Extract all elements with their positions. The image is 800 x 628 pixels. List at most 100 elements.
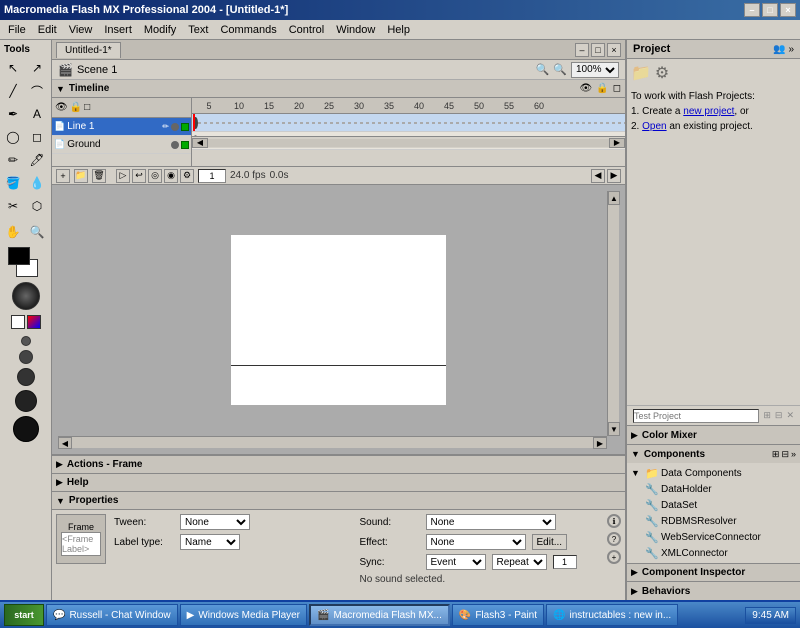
menu-file[interactable]: File (2, 22, 32, 38)
tl-btn-left[interactable]: ◀ (591, 169, 605, 183)
component-inspector-bar[interactable]: ▶ Component Inspector (627, 563, 800, 581)
taskbar-chat[interactable]: 💬 Russell - Chat Window (46, 604, 178, 626)
timeline-hscrollbar[interactable]: ◀ ▶ (192, 136, 625, 148)
dataholder-item[interactable]: 🔧 DataHolder (645, 481, 796, 497)
tween-select[interactable]: None Motion Shape (180, 514, 250, 530)
timeline-collapse-arrow[interactable]: ▼ (56, 84, 65, 94)
dataset-item[interactable]: 🔧 DataSet (645, 497, 796, 513)
menu-help[interactable]: Help (381, 22, 416, 38)
hscroll-right[interactable]: ▶ (609, 138, 625, 148)
test-icon3[interactable]: ✕ (786, 410, 794, 421)
layer-row-ground[interactable]: 📄 Ground (52, 136, 191, 154)
help-panel-bar[interactable]: ▶ Help (52, 474, 625, 492)
swap-color-btn[interactable] (27, 315, 41, 329)
doc-tab-untitled[interactable]: Untitled-1* (56, 42, 121, 58)
settings-btn[interactable]: ⚙ (180, 169, 194, 183)
timeline-icon2[interactable]: 🔒 (596, 83, 608, 94)
tl-btn-right[interactable]: ▶ (607, 169, 621, 183)
tool-zoom[interactable]: 🔍 (26, 221, 48, 243)
layers-icon2[interactable]: 🔒 (70, 102, 82, 113)
tool-opt-2[interactable] (19, 350, 33, 364)
components-header[interactable]: ▼ Components ⊞ ⊟ » (627, 445, 800, 463)
onion2-btn[interactable]: ◉ (164, 169, 178, 183)
tool-arrow[interactable]: ↖ (2, 57, 24, 79)
props-icon2[interactable]: ? (607, 532, 621, 546)
tool-pencil[interactable]: ✏ (2, 149, 24, 171)
repeat-count[interactable] (553, 555, 577, 569)
project-expand[interactable]: » (788, 44, 794, 55)
color-foreground[interactable] (8, 247, 30, 265)
layers-icon1[interactable]: 👁 (55, 102, 68, 113)
layer-row-line1[interactable]: 📄 Line 1 ✏ (52, 118, 191, 136)
stage-hscrollbar[interactable]: ◀ ▶ (58, 436, 607, 448)
tool-rect[interactable]: ◻ (26, 126, 48, 148)
doc-min-button[interactable]: – (575, 43, 589, 57)
current-frame-input[interactable] (198, 169, 226, 183)
taskbar-flash[interactable]: 🎬 Macromedia Flash MX... (309, 604, 450, 626)
xmlconnector-item[interactable]: 🔧 XMLConnector (645, 545, 796, 561)
loop-btn[interactable]: ↩ (132, 169, 146, 183)
frame-row-line1[interactable] (192, 114, 625, 132)
del-layer-btn[interactable]: 🗑 (92, 169, 106, 183)
doc-close-button[interactable]: × (607, 43, 621, 57)
taskbar-mediaplayer[interactable]: ▶ Windows Media Player (180, 604, 307, 626)
sync-select[interactable]: Event Start Stop Stream (426, 554, 486, 570)
tool-opt-4[interactable] (15, 390, 37, 412)
tool-fill[interactable]: 🪣 (2, 172, 24, 194)
menu-text[interactable]: Text (182, 22, 214, 38)
test-project-input[interactable] (633, 409, 759, 423)
repeat-select[interactable]: Repeat Loop (492, 554, 547, 570)
menu-insert[interactable]: Insert (98, 22, 138, 38)
project-icon-people[interactable]: 👥 (773, 44, 785, 55)
menu-window[interactable]: Window (330, 22, 381, 38)
hscroll-left[interactable]: ◀ (192, 138, 208, 148)
tool-hand[interactable]: ✋ (2, 221, 24, 243)
zoom-select[interactable]: 100% 50% 200% (571, 62, 619, 78)
close-button[interactable]: × (780, 3, 796, 17)
tool-eyedropper[interactable]: ✂ (2, 195, 24, 217)
tool-pen[interactable]: ✒ (2, 103, 24, 125)
stage[interactable] (231, 235, 446, 405)
tool-brush[interactable]: 🖊 (26, 149, 48, 171)
start-button[interactable]: start (4, 604, 44, 626)
behaviors-header[interactable]: ▶ Behaviors (627, 582, 800, 600)
timeline-icon1[interactable]: 👁 (580, 83, 593, 94)
label-type-select[interactable]: Name (180, 534, 240, 550)
edit-button[interactable]: Edit... (532, 534, 568, 550)
onion-btn[interactable]: ◎ (148, 169, 162, 183)
tool-opt-1[interactable] (21, 336, 31, 346)
tool-lasso[interactable]: ⌒ (26, 80, 48, 102)
tool-subselect[interactable]: ↗ (26, 57, 48, 79)
test-icon1[interactable]: ⊞ (763, 410, 771, 421)
comp-icon2[interactable]: ⊟ (781, 449, 789, 460)
tool-eraser[interactable]: ⬡ (26, 195, 48, 217)
vscroll-up[interactable]: ▲ (608, 191, 620, 205)
tool-oval[interactable]: ◯ (2, 126, 24, 148)
doc-max-button[interactable]: □ (591, 43, 605, 57)
stage-vscrollbar[interactable]: ▲ ▼ (607, 191, 619, 436)
menu-modify[interactable]: Modify (138, 22, 182, 38)
taskbar-instructables[interactable]: 🌐 instructables : new in... (546, 604, 678, 626)
taskbar-paint[interactable]: 🎨 Flash3 - Paint (452, 604, 544, 626)
menu-edit[interactable]: Edit (32, 22, 63, 38)
tool-opt-3[interactable] (17, 368, 35, 386)
actions-panel-bar[interactable]: ▶ Actions - Frame (52, 456, 625, 474)
vscroll-down[interactable]: ▼ (608, 422, 620, 436)
effect-select[interactable]: None (426, 534, 526, 550)
project-open-link[interactable]: Open (642, 121, 666, 132)
tool-opt-5[interactable] (13, 416, 39, 442)
comp-icon3[interactable]: » (791, 449, 796, 460)
hscroll-stage-left[interactable]: ◀ (58, 437, 72, 449)
no-color-btn[interactable] (11, 315, 25, 329)
layers-icon3[interactable]: □ (84, 102, 90, 113)
sound-select[interactable]: None (426, 514, 556, 530)
test-icon2[interactable]: ⊟ (775, 410, 783, 421)
menu-commands[interactable]: Commands (214, 22, 282, 38)
minimize-button[interactable]: – (744, 3, 760, 17)
tool-text[interactable]: A (26, 103, 48, 125)
webservice-item[interactable]: 🔧 WebServiceConnector (645, 529, 796, 545)
timeline-icon3[interactable]: ◻ (613, 83, 621, 94)
add-folder-btn[interactable]: 📁 (74, 169, 88, 183)
project-new-link[interactable]: new project (683, 106, 734, 117)
play-btn[interactable]: ▷ (116, 169, 130, 183)
